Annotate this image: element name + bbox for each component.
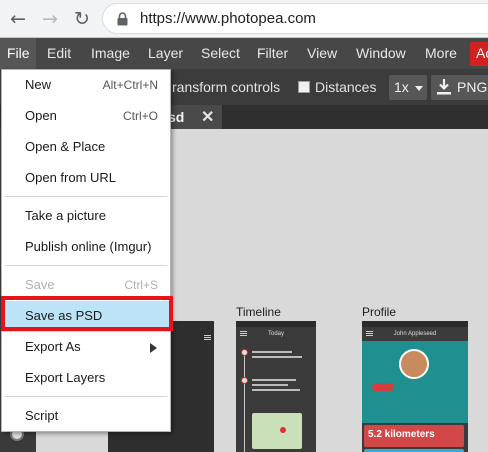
menu-item-label: Publish online (Imgur) <box>25 239 152 254</box>
menu-item-label: Open from URL <box>25 170 117 185</box>
timeline-text <box>252 351 292 353</box>
menu-item-export-as[interactable]: Export As <box>2 332 170 363</box>
distances-checkbox[interactable] <box>298 81 310 93</box>
menu-item-label: Take a picture <box>25 208 106 223</box>
map-pin-icon <box>280 427 286 433</box>
timeline-line <box>244 349 245 452</box>
menu-item-new[interactable]: New Alt+Ctrl+N <box>2 70 170 101</box>
menu-view[interactable]: View <box>307 45 337 61</box>
account-button-label: Ac <box>476 45 488 61</box>
zoom-select[interactable]: 1x <box>389 75 427 100</box>
menu-separator <box>5 396 167 397</box>
menu-item-take-picture[interactable]: Take a picture <box>2 201 170 232</box>
highlight-callout <box>1 296 173 331</box>
download-icon <box>437 79 451 95</box>
menu-item-shortcut: Ctrl+O <box>122 109 158 123</box>
timeline-text <box>252 356 302 358</box>
menu-item-shortcut: Alt+Ctrl+N <box>102 78 158 92</box>
menu-item-label: Save <box>25 277 55 292</box>
timeline-text <box>252 389 300 391</box>
reload-icon[interactable]: ↻ <box>72 9 92 29</box>
distance-stat: 5.2 kilometers <box>364 425 464 447</box>
timeline-header: Today <box>267 331 284 337</box>
menu-item-label: Open & Place <box>25 139 106 154</box>
menu-item-label: New <box>25 77 52 92</box>
menu-item-label: Script <box>25 408 59 423</box>
menu-item-export-layers[interactable]: Export Layers <box>2 363 170 394</box>
menu-more[interactable]: More <box>425 45 457 61</box>
menu-item-shortcut: Ctrl+S <box>124 278 158 292</box>
timeline-text <box>252 379 296 381</box>
menu-layer[interactable]: Layer <box>148 45 183 61</box>
menu-separator <box>5 196 167 197</box>
zoom-value: 1x <box>394 79 409 95</box>
app-menubar <box>0 38 488 69</box>
menu-item-open-place[interactable]: Open & Place <box>2 132 170 163</box>
account-button[interactable]: Ac <box>470 42 488 66</box>
file-menu-dropdown: New Alt+Ctrl+N Open Ctrl+O Open & Place … <box>1 69 173 432</box>
chevron-right-icon <box>150 343 157 353</box>
menu-file[interactable]: File <box>7 45 30 61</box>
artboard-profile[interactable]: John Appleseed 5.2 kilometers <box>362 321 468 452</box>
distances-label[interactable]: Distances <box>315 79 376 95</box>
menu-image[interactable]: Image <box>91 45 130 61</box>
timeline-dot <box>241 349 248 356</box>
menu-icon <box>366 331 373 332</box>
menu-separator <box>5 265 167 266</box>
export-png-label: PNG <box>457 79 488 95</box>
url-text: https://www.photopea.com <box>140 10 316 27</box>
menu-select[interactable]: Select <box>201 45 240 61</box>
profile-header: John Appleseed <box>393 331 437 337</box>
menu-icon <box>204 335 211 336</box>
artboard-timeline[interactable]: Today <box>236 321 316 452</box>
address-bar[interactable]: https://www.photopea.com <box>102 3 488 34</box>
artboard-label-timeline: Timeline <box>236 305 281 319</box>
menu-item-open[interactable]: Open Ctrl+O <box>2 101 170 132</box>
map-thumbnail <box>252 413 302 449</box>
menu-filter[interactable]: Filter <box>257 45 288 61</box>
browser-toolbar: ← → ↻ https://www.photopea.com <box>0 0 488 38</box>
menu-edit[interactable]: Edit <box>47 45 71 61</box>
close-icon[interactable]: ✕ <box>201 107 214 127</box>
menu-item-label: Export Layers <box>25 370 106 385</box>
arrow-right-icon[interactable]: → <box>40 9 60 29</box>
menu-item-label: Open <box>25 108 57 123</box>
avatar <box>399 349 429 379</box>
distance-stat-label: 5.2 kilometers <box>368 429 435 440</box>
menu-icon <box>240 331 247 332</box>
boat-image <box>372 383 394 391</box>
menu-item-script[interactable]: Script <box>2 401 170 432</box>
menu-item-label: Export As <box>25 339 81 354</box>
export-png-button[interactable]: PNG <box>431 75 488 100</box>
menu-window[interactable]: Window <box>356 45 406 61</box>
menu-item-open-url[interactable]: Open from URL <box>2 163 170 194</box>
artboard-label-profile: Profile <box>362 305 397 319</box>
transform-controls-label[interactable]: ransform controls <box>172 79 280 95</box>
arrow-left-icon[interactable]: ← <box>8 9 28 29</box>
lock-icon <box>117 12 128 26</box>
chevron-down-icon <box>415 86 423 91</box>
menu-item-publish-imgur[interactable]: Publish online (Imgur) <box>2 232 170 263</box>
timeline-text <box>252 384 288 386</box>
timeline-dot <box>241 377 248 384</box>
